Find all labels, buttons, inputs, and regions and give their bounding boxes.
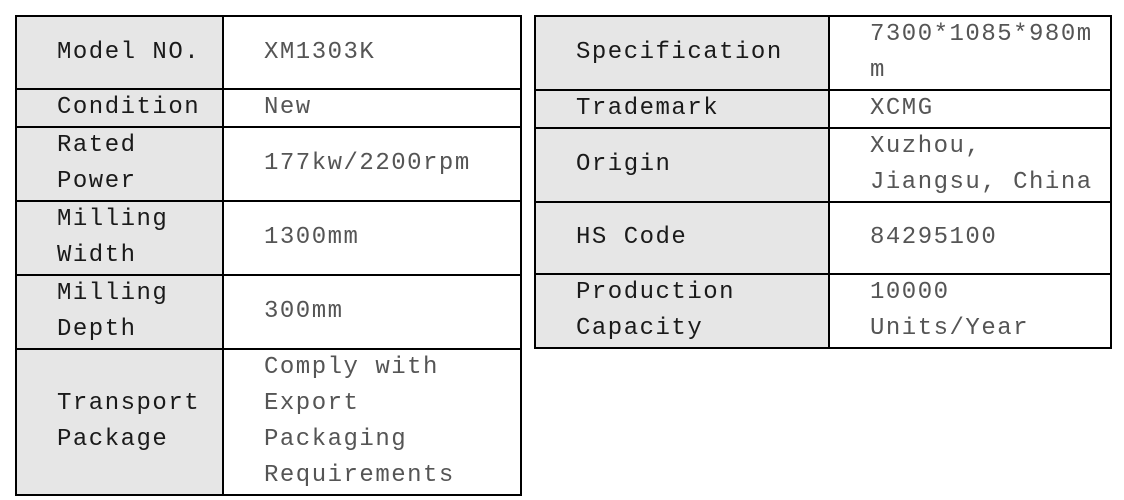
table-row: Rated Power 177kw/2200rpm [15, 126, 522, 202]
table-row: Milling Depth 300mm [15, 274, 522, 350]
spec-value: Xuzhou, Jiangsu, China [828, 127, 1112, 203]
spec-label: HS Code [534, 201, 830, 275]
spec-label: Rated Power [15, 126, 224, 202]
table-row: Transport Package Comply with Export Packag… [15, 348, 522, 496]
value-line: Units/Year [870, 315, 1030, 342]
spec-label: Milling Width [15, 200, 224, 276]
table-row: Production Capacity 10000 Units/Year [534, 273, 1112, 349]
spec-label: Condition [15, 88, 224, 128]
spec-label: Milling Depth [15, 274, 224, 350]
label-line: Package [57, 426, 169, 453]
label-line: Production [576, 279, 736, 306]
table-row: Origin Xuzhou, Jiangsu, China [534, 127, 1112, 203]
spec-value: 10000 Units/Year [828, 273, 1112, 349]
label-line: Capacity [576, 315, 704, 342]
spec-label: Production Capacity [534, 273, 830, 349]
spec-value: XM1303K [222, 15, 522, 90]
table-row: Milling Width 1300mm [15, 200, 522, 276]
label-line: Rated [57, 132, 137, 159]
value-line: 1300mm [264, 224, 360, 251]
value-line: Packaging [264, 426, 408, 453]
value-line: 10000 [870, 279, 950, 306]
spec-label: Transport Package [15, 348, 224, 496]
value-line: Jiangsu, China [870, 169, 1093, 196]
value-line: XCMG [870, 95, 934, 122]
label-line: Depth [57, 316, 137, 343]
value-line: XM1303K [264, 38, 376, 66]
value-line: Export [264, 390, 360, 417]
table-row: Model NO. XM1303K [15, 15, 522, 90]
label-line: Condition [57, 94, 201, 121]
left-spec-table: Model NO. XM1303K Condition New Rated Pow… [15, 15, 522, 496]
spec-label: Origin [534, 127, 830, 203]
value-line: Requirements [264, 462, 455, 489]
table-row: Trademark XCMG [534, 89, 1112, 129]
label-line: Specification [576, 39, 783, 66]
label-line: Model NO. [57, 38, 201, 66]
value-line: 177kw/2200rpm [264, 150, 471, 177]
value-line: 7300*1085*980m [870, 21, 1093, 48]
spec-value: Comply with Export Packaging Requirements [222, 348, 522, 496]
spec-value: New [222, 88, 522, 128]
spec-value: 7300*1085*980m m [828, 15, 1112, 91]
table-row: Specification 7300*1085*980m m [534, 15, 1112, 91]
label-line: Trademark [576, 95, 720, 122]
value-line: Comply with [264, 354, 439, 381]
label-line: Milling [57, 280, 169, 307]
spec-value: 1300mm [222, 200, 522, 276]
label-line: Transport [57, 390, 201, 417]
spec-value: 300mm [222, 274, 522, 350]
label-line: HS Code [576, 224, 688, 251]
spec-label: Specification [534, 15, 830, 91]
value-line: New [264, 94, 312, 121]
right-spec-table: Specification 7300*1085*980m m Trademark … [534, 15, 1112, 349]
spec-value: 84295100 [828, 201, 1112, 275]
value-line: 300mm [264, 298, 344, 325]
value-line: Xuzhou, [870, 133, 982, 160]
table-row: HS Code 84295100 [534, 201, 1112, 275]
spec-value: XCMG [828, 89, 1112, 129]
label-line: Width [57, 242, 137, 269]
value-line: m [870, 57, 886, 84]
spec-label: Model NO. [15, 15, 224, 90]
label-line: Milling [57, 206, 169, 233]
label-line: Power [57, 168, 137, 195]
spec-value: 177kw/2200rpm [222, 126, 522, 202]
table-row: Condition New [15, 88, 522, 128]
label-line: Origin [576, 151, 672, 178]
spec-label: Trademark [534, 89, 830, 129]
value-line: 84295100 [870, 224, 998, 251]
